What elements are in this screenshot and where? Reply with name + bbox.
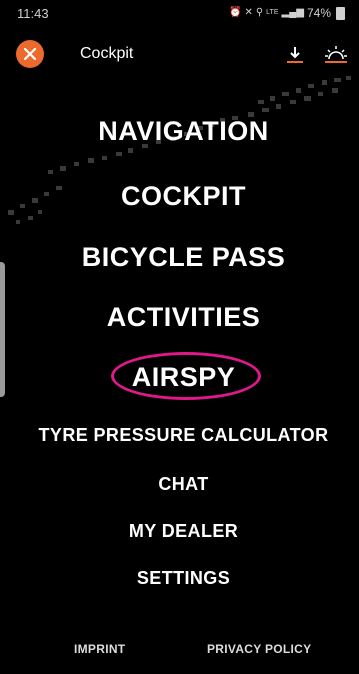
imprint-link[interactable]: IMPRINT <box>74 642 125 656</box>
app-header: Cockpit <box>8 36 359 72</box>
location-icon: ⚲ <box>255 7 264 18</box>
close-icon <box>24 48 36 60</box>
menu-item-cockpit[interactable]: COCKPIT <box>8 181 359 212</box>
menu-item-tyre-pressure-calculator[interactable]: TYRE PRESSURE CALCULATOR <box>8 425 359 446</box>
menu-item-my-dealer[interactable]: MY DEALER <box>8 521 359 542</box>
status-time: 11:43 <box>17 6 49 21</box>
menu-item-chat[interactable]: CHAT <box>8 474 359 495</box>
download-button[interactable] <box>283 42 307 66</box>
menu-item-activities[interactable]: ACTIVITIES <box>8 302 359 333</box>
alarm-icon: ⏰ <box>229 7 242 18</box>
download-icon <box>287 47 303 63</box>
close-button[interactable] <box>16 40 44 68</box>
light-button[interactable] <box>323 42 349 66</box>
menu-item-settings[interactable]: SETTINGS <box>8 568 359 589</box>
battery-icon <box>336 6 345 20</box>
menu-item-airspy[interactable]: AIRSPY <box>8 362 359 393</box>
status-icons: ⏰ ✕ ⚲ LTE ▂▄▆ 74% <box>229 6 345 20</box>
background-pattern <box>8 76 351 224</box>
signal-icon: ▂▄▆ <box>281 7 304 18</box>
status-bar: 11:43 ⏰ ✕ ⚲ LTE ▂▄▆ 74% <box>8 0 359 28</box>
header-title: Cockpit <box>80 45 134 62</box>
network-type-icon: LTE <box>266 9 279 16</box>
side-edge-handle[interactable] <box>0 262 5 397</box>
menu-item-bicycle-pass[interactable]: BICYCLE PASS <box>8 242 359 273</box>
menu-item-navigation[interactable]: NAVIGATION <box>8 116 359 147</box>
battery-percent: 74% <box>306 6 331 20</box>
mute-icon: ✕ <box>244 7 253 18</box>
light-icon <box>325 46 347 63</box>
app-screen: 11:43 ⏰ ✕ ⚲ LTE ▂▄▆ 74% Cockpit NAVIGATI… <box>8 0 359 674</box>
privacy-policy-link[interactable]: PRIVACY POLICY <box>207 642 311 656</box>
